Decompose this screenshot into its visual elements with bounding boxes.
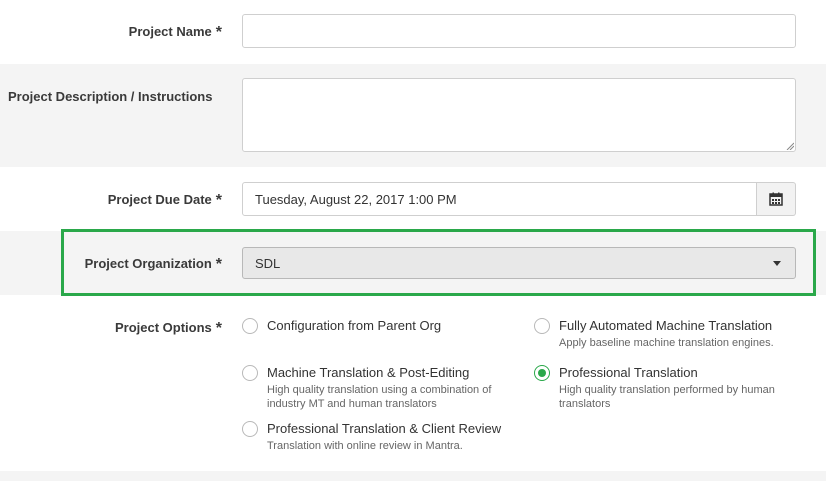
required-mark: *	[215, 192, 222, 209]
project-name-row: Project Name *	[0, 0, 826, 64]
option-radio[interactable]	[534, 318, 550, 334]
project-organization-label: Project Organization *	[84, 256, 222, 273]
option-professional-translation[interactable]: Professional Translation High quality tr…	[534, 365, 804, 411]
resize-grip-icon[interactable]	[786, 142, 794, 150]
option-radio[interactable]	[242, 318, 258, 334]
project-organization-select[interactable]: SDL	[242, 247, 796, 279]
project-description-wrapper	[242, 78, 796, 152]
option-configuration-from-parent-org[interactable]: Configuration from Parent Org	[242, 318, 512, 338]
option-title: Professional Translation & Client Review	[267, 421, 502, 436]
organization-selected-value: SDL	[255, 256, 281, 271]
option-description: Translation with online review in Mantra…	[267, 440, 463, 452]
option-description: Apply baseline machine translation engin…	[559, 337, 774, 349]
required-mark: *	[215, 320, 222, 337]
project-description-label: Project Description / Instructions	[8, 89, 213, 104]
option-title: Professional Translation	[559, 365, 698, 380]
option-radio-checked[interactable]	[534, 365, 550, 381]
option-title: Machine Translation & Post-Editing	[267, 365, 470, 380]
project-options-row: Project Options * Configuration from Pare…	[0, 295, 826, 471]
project-organization-row: Project Organization * SDL	[0, 231, 826, 295]
calendar-icon	[769, 192, 783, 206]
option-professional-translation-client-review[interactable]: Professional Translation & Client Review…	[242, 421, 542, 457]
option-radio[interactable]	[242, 365, 258, 381]
option-mt-post-editing[interactable]: Machine Translation & Post-Editing High …	[242, 365, 522, 411]
required-mark: *	[215, 256, 222, 273]
project-due-date-row: Project Due Date * Tuesday, August 22, 20…	[0, 167, 826, 231]
project-description-row: Project Description / Instructions	[0, 64, 826, 167]
option-description: High quality translation performed by hu…	[559, 384, 775, 410]
bottom-strip	[0, 471, 826, 481]
project-description-textarea[interactable]	[242, 78, 796, 152]
option-radio[interactable]	[242, 421, 258, 437]
due-date-value: Tuesday, August 22, 2017 1:00 PM	[255, 192, 457, 207]
project-name-input[interactable]	[242, 14, 796, 48]
required-mark: *	[215, 24, 222, 41]
project-due-date-input[interactable]: Tuesday, August 22, 2017 1:00 PM	[242, 182, 757, 216]
option-title: Fully Automated Machine Translation	[559, 318, 773, 333]
option-title: Configuration from Parent Org	[267, 318, 442, 333]
project-options-label: Project Options *	[114, 320, 222, 337]
project-name-label: Project Name *	[128, 24, 222, 41]
project-due-date-label: Project Due Date *	[107, 192, 222, 209]
option-fully-automated-mt[interactable]: Fully Automated Machine Translation Appl…	[534, 318, 804, 354]
chevron-down-icon	[773, 261, 781, 266]
calendar-button[interactable]	[757, 182, 796, 216]
option-description: High quality translation using a combina…	[267, 384, 492, 410]
